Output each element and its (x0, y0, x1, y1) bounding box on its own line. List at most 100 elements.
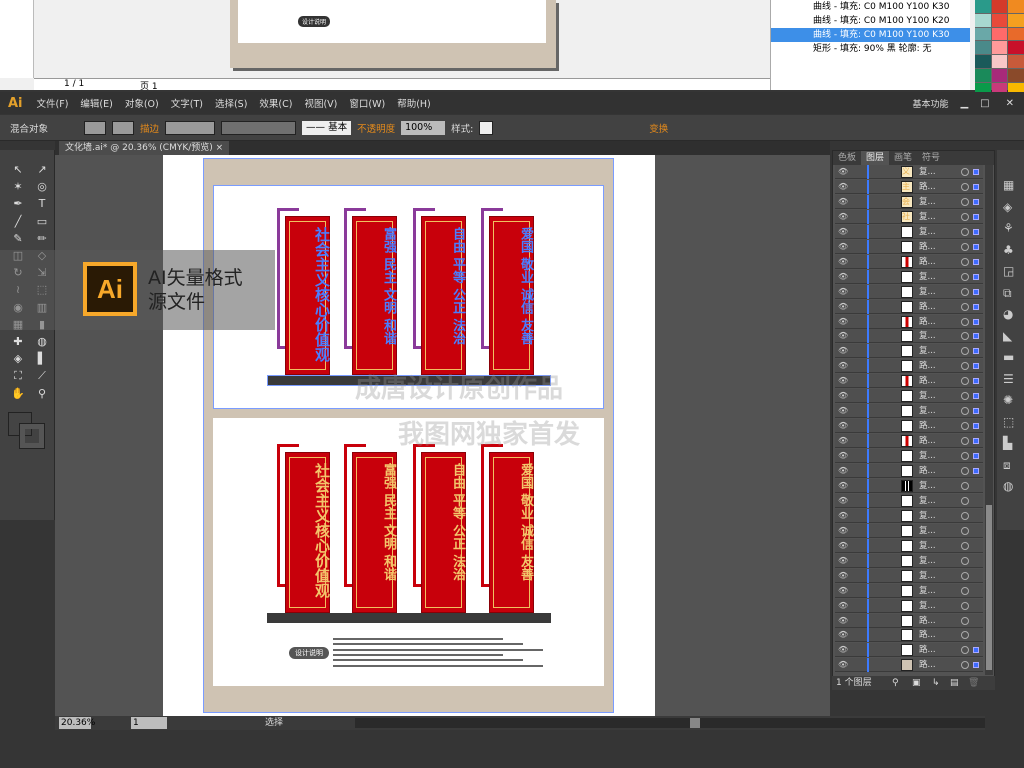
menu-2[interactable]: 对象(O) (119, 96, 165, 110)
eye-icon[interactable]: 👁 (838, 376, 848, 385)
selection-indicator[interactable] (973, 408, 979, 415)
panel-icon[interactable]: ⚘ (1003, 221, 1014, 235)
target-icon[interactable] (961, 496, 969, 505)
target-icon[interactable] (961, 347, 969, 356)
color-swatch[interactable] (975, 27, 991, 41)
target-icon[interactable] (961, 407, 969, 416)
sign-panel[interactable]: 爱国 敬业 诚信 友善 (489, 452, 534, 613)
sign-panel[interactable]: 富强 民主 文明 和谐 (352, 452, 397, 613)
tool-icon[interactable]: ✋ (8, 386, 28, 402)
opacity-label[interactable]: 不透明度 (357, 121, 395, 135)
target-icon[interactable] (961, 437, 969, 446)
selection-indicator[interactable] (973, 288, 979, 295)
make-clipping-mask-icon[interactable]: ▣ (912, 676, 921, 690)
stroke-weight-field[interactable] (165, 120, 216, 135)
layer-row[interactable]: 👁 路... (835, 299, 983, 314)
panel-icon[interactable]: ☰ (1003, 372, 1014, 386)
panel-icon[interactable]: ◍ (1003, 479, 1013, 493)
minimize-button[interactable]: ▁ (954, 98, 974, 109)
layer-row[interactable]: 👁 路... (835, 254, 983, 269)
panel-icon[interactable]: ✺ (1003, 393, 1013, 407)
selection-indicator[interactable] (973, 228, 979, 235)
transform-label[interactable]: 变换 (649, 121, 668, 135)
new-sublayer-icon[interactable]: ↳ (932, 676, 940, 690)
target-icon[interactable] (961, 467, 969, 475)
layer-row[interactable]: 👁 主路... (835, 179, 983, 194)
menu-4[interactable]: 选择(S) (209, 96, 253, 110)
color-swatch[interactable] (975, 13, 991, 27)
menu-6[interactable]: 视图(V) (298, 96, 343, 110)
tool-icon[interactable]: ◍ (32, 334, 52, 350)
target-icon[interactable] (961, 422, 969, 431)
layer-row[interactable]: 👁 路... (835, 434, 983, 449)
layer-row[interactable]: 👁 会复... (835, 194, 983, 209)
color-swatch[interactable] (1008, 68, 1024, 82)
workspace-switcher[interactable]: 基本功能 (912, 97, 954, 110)
target-icon[interactable] (961, 168, 969, 176)
stroke-swatch[interactable] (112, 120, 135, 135)
panel-tab[interactable]: 画笔 (889, 151, 917, 165)
sign-panel[interactable]: 社会主义核心价值观 (285, 452, 331, 613)
eye-icon[interactable]: 👁 (838, 541, 848, 550)
layers-scrollbar[interactable] (985, 165, 993, 675)
sign-panel[interactable]: 自由 平等 公正 法治 (421, 452, 466, 613)
layer-row[interactable]: 👁 义复... (835, 165, 983, 179)
layer-row[interactable]: 👁 复... (835, 389, 983, 404)
opacity-field[interactable]: 100% (401, 120, 446, 135)
eye-icon[interactable]: 👁 (838, 451, 848, 460)
panel-icon[interactable]: ⧉ (1003, 286, 1012, 301)
color-swatch[interactable] (991, 55, 1008, 68)
eye-icon[interactable]: 👁 (838, 481, 848, 490)
eye-icon[interactable]: 👁 (838, 302, 848, 311)
target-icon[interactable] (961, 332, 969, 341)
selection-indicator[interactable] (973, 183, 979, 190)
panel-icon[interactable]: ◈ (1003, 200, 1012, 214)
selection-indicator[interactable] (973, 318, 979, 325)
layer-row[interactable]: 👁 复... (835, 508, 983, 523)
tool-icon[interactable]: ✒ (8, 196, 28, 212)
eye-icon[interactable]: 👁 (838, 466, 848, 475)
selection-indicator[interactable] (973, 468, 979, 474)
stroke-label[interactable]: 描边 (140, 121, 159, 135)
menu-1[interactable]: 编辑(E) (74, 96, 118, 110)
eye-icon[interactable]: 👁 (838, 242, 848, 251)
selection-indicator[interactable] (973, 378, 979, 385)
color-swatch[interactable] (975, 0, 991, 13)
eye-icon[interactable]: 👁 (838, 331, 848, 340)
tool-icon[interactable]: ✚ (8, 334, 28, 350)
layer-row[interactable]: 👁 路... (835, 314, 983, 329)
target-icon[interactable] (961, 287, 969, 296)
target-icon[interactable] (961, 317, 969, 326)
target-icon[interactable] (961, 661, 969, 670)
layer-row[interactable]: 👁 路... (835, 613, 983, 628)
menu-3[interactable]: 文字(T) (165, 96, 209, 110)
selection-indicator[interactable] (973, 333, 979, 340)
eye-icon[interactable]: 👁 (838, 227, 848, 236)
tool-icon[interactable]: ✶ (8, 179, 28, 195)
sign-panel[interactable]: 自由 平等 公正 法治 (421, 216, 466, 375)
selection-indicator[interactable] (973, 198, 979, 205)
eye-icon[interactable]: 👁 (838, 287, 848, 296)
color-swatch[interactable] (975, 68, 991, 82)
selection-indicator[interactable] (973, 273, 979, 280)
target-icon[interactable] (961, 257, 969, 266)
panel-icon[interactable]: ▬ (1003, 350, 1014, 364)
eye-icon[interactable]: 👁 (838, 182, 848, 191)
target-icon[interactable] (961, 242, 969, 251)
eye-icon[interactable]: 👁 (838, 526, 848, 535)
selection-indicator[interactable] (973, 169, 979, 175)
current-tool-status[interactable]: 选择 (265, 716, 283, 730)
maximize-button[interactable]: □ (974, 98, 995, 109)
zoom-field[interactable]: 20.36% (59, 717, 95, 729)
target-icon[interactable] (961, 601, 969, 610)
layer-row[interactable]: 👁 复... (835, 329, 983, 344)
layer-row[interactable]: 👁 复... (835, 478, 983, 493)
target-icon[interactable] (961, 227, 969, 236)
eye-icon[interactable]: 👁 (838, 586, 848, 595)
tool-icon[interactable]: ◈ (8, 351, 28, 367)
layer-row[interactable]: 👁 路... (835, 643, 983, 658)
stroke-color-swatch[interactable] (19, 423, 45, 449)
delete-layer-icon[interactable]: 🗑 (968, 676, 979, 690)
object-manager-item[interactable]: 曲线 - 填充: C0 M100 Y100 K30 (771, 28, 970, 42)
menu-0[interactable]: 文件(F) (31, 96, 75, 110)
